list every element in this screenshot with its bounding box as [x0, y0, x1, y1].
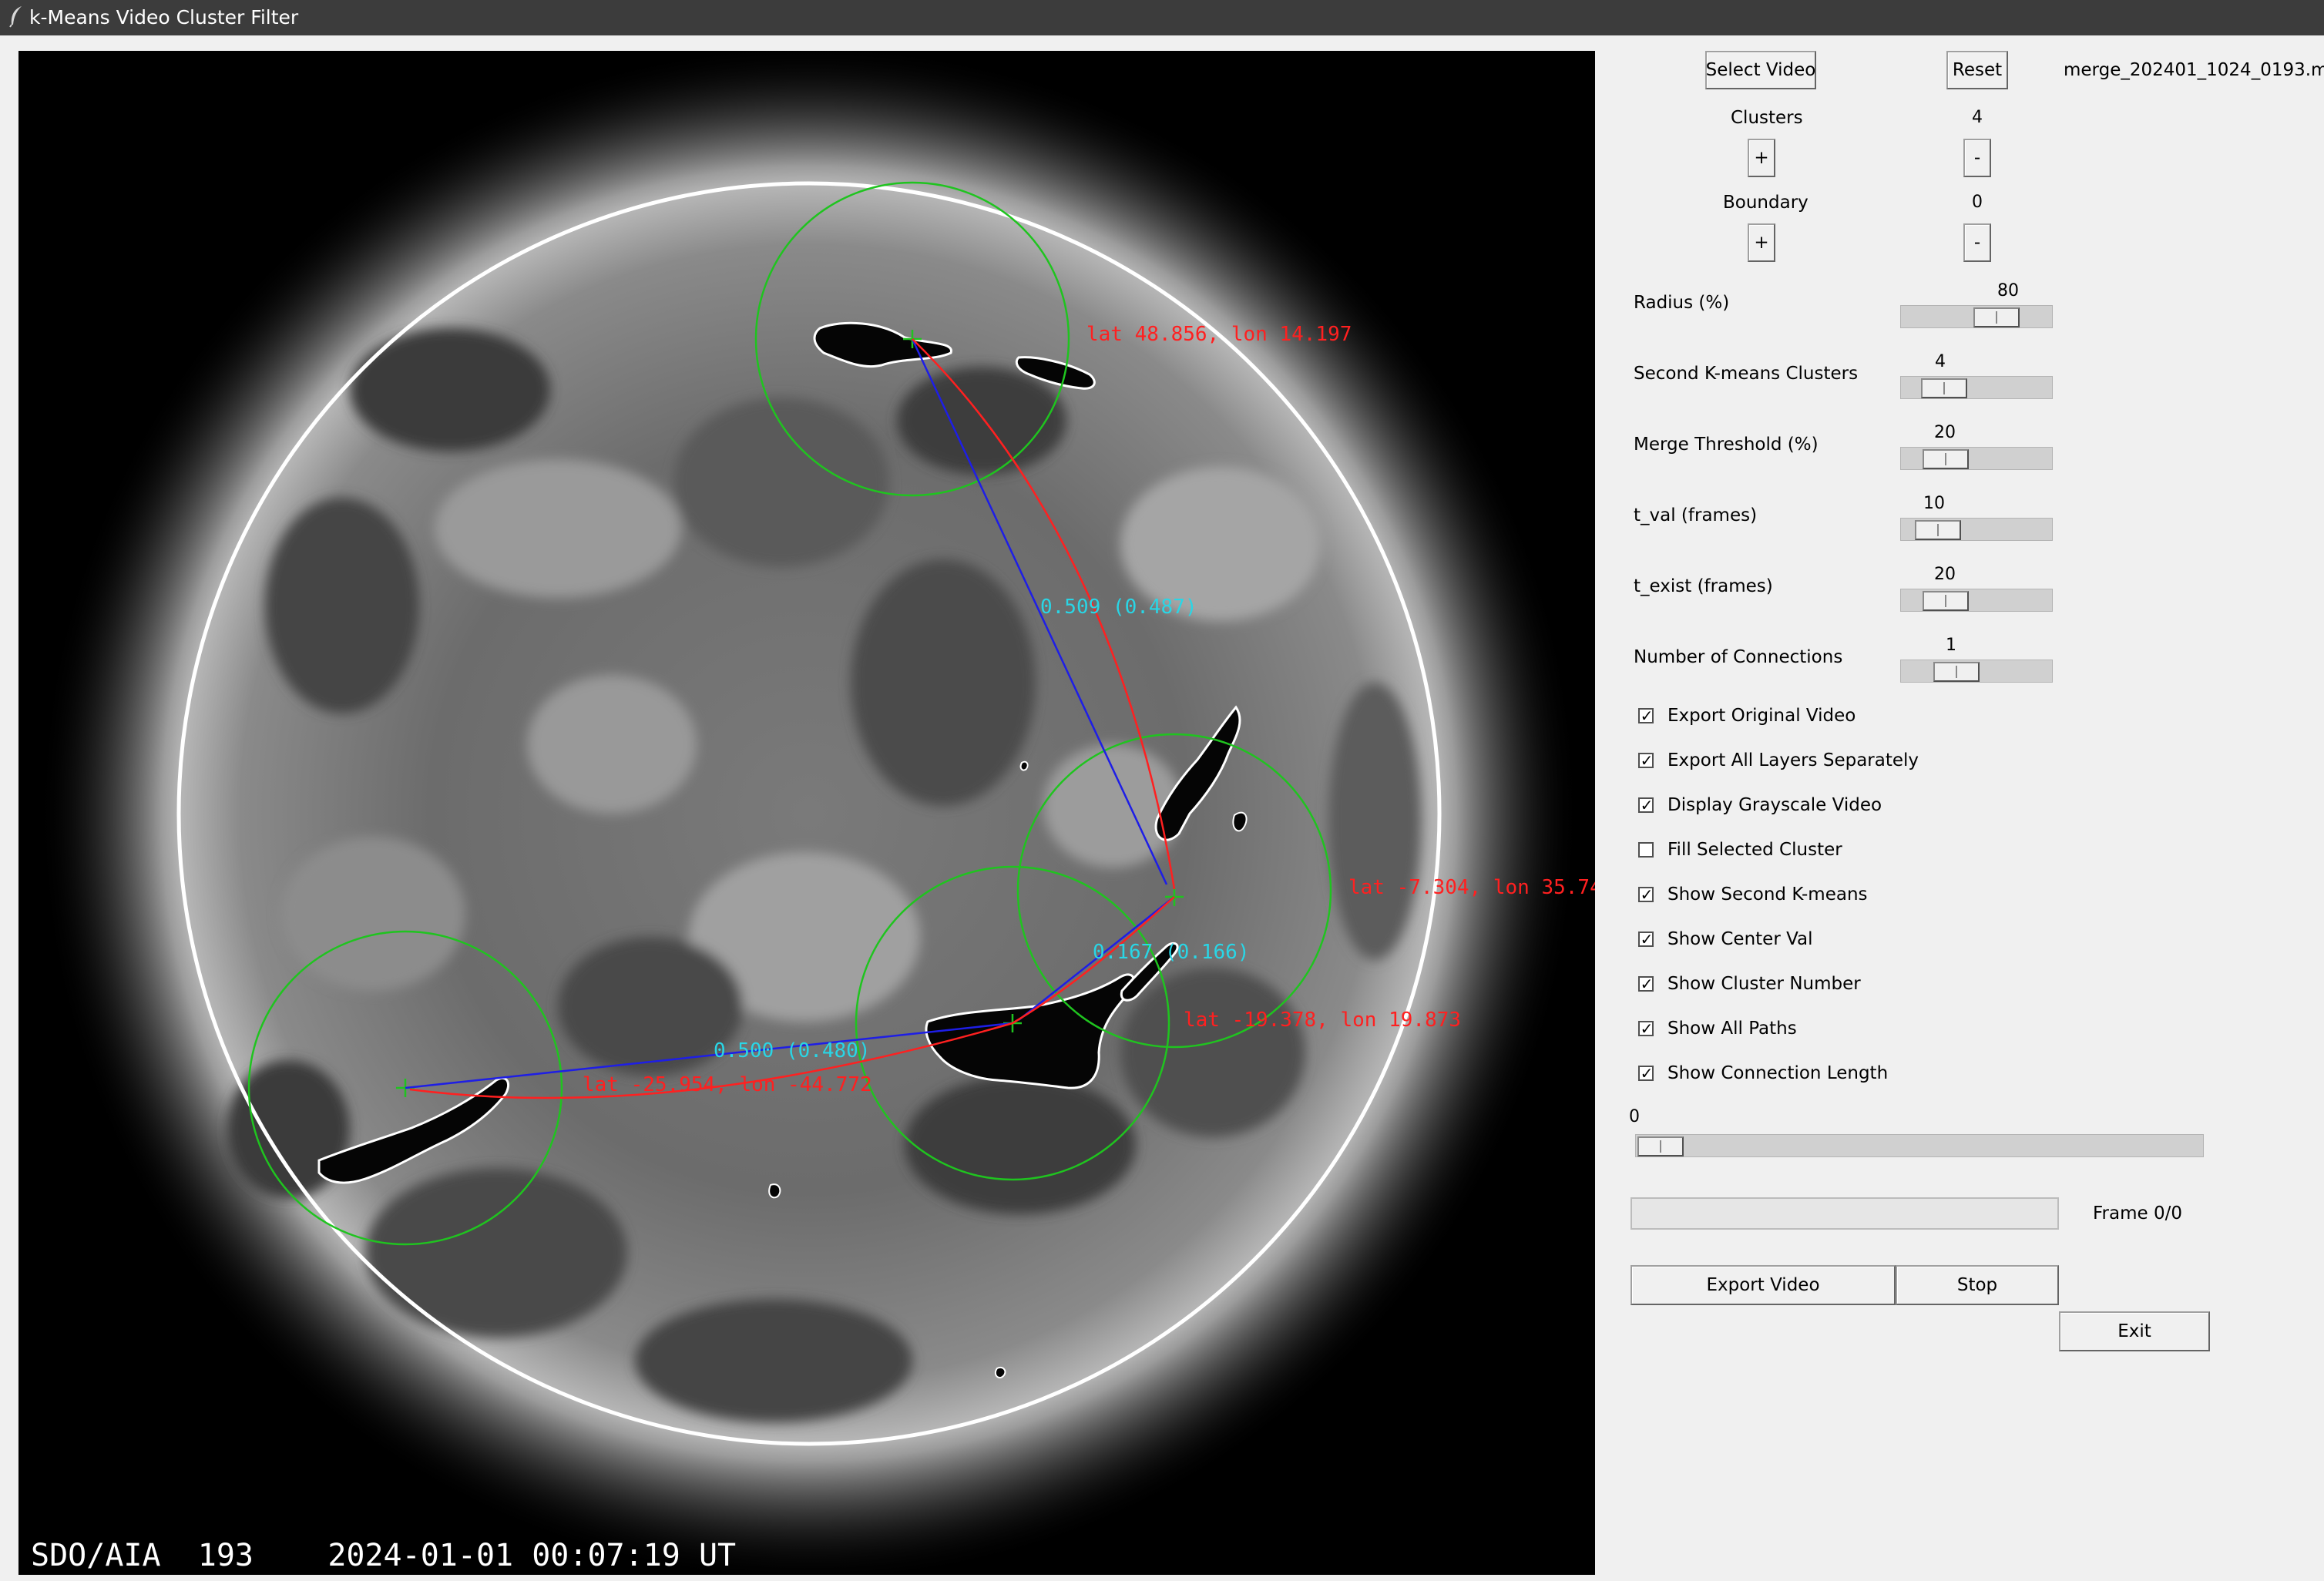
merge-threshold-label: Merge Threshold (%) [1634, 435, 1819, 455]
checkbox-label: Export Original Video [1667, 706, 1856, 726]
check-mark-icon: ✓ [1640, 885, 1654, 904]
second-kmeans-clusters-value: 4 [1935, 352, 1946, 371]
export-all-layers-checkbox[interactable]: ✓ Export All Layers Separately [1638, 749, 2008, 772]
display-grayscale-video-checkbox[interactable]: ✓ Display Grayscale Video [1638, 794, 2008, 817]
boundary-label: Boundary [1723, 193, 1808, 213]
distance-bc-label: 0.167 (0.166) [1093, 941, 1250, 964]
checkbox-box[interactable]: ✓ [1638, 885, 1654, 904]
cluster-b-coords: lat -7.304, lon 35.747 [1348, 876, 1595, 899]
clusters-decrement-button[interactable]: - [1963, 139, 1991, 177]
check-mark-icon: ✓ [1640, 930, 1654, 948]
second-kmeans-clusters-slider[interactable] [1900, 376, 2053, 399]
merge-threshold-slider[interactable] [1900, 447, 2053, 470]
t-exist-label: t_exist (frames) [1634, 576, 1773, 596]
t-exist-value: 20 [1934, 565, 1956, 584]
number-of-connections-slider-thumb[interactable] [1933, 662, 1980, 682]
export-progress-bar [1630, 1197, 2059, 1230]
show-all-paths-checkbox[interactable]: ✓ Show All Paths [1638, 1017, 2008, 1040]
window-title: k-Means Video Cluster Filter [29, 6, 299, 29]
solar-image: lat 48.856, lon 14.197 lat -7.304, lon 3… [31, 51, 1595, 1575]
checkbox-label: Export All Layers Separately [1667, 750, 1919, 770]
export-original-video-checkbox[interactable]: ✓ Export Original Video [1638, 704, 2008, 727]
reset-button[interactable]: Reset [1946, 51, 2008, 89]
checkbox-box[interactable]: ✓ [1638, 930, 1654, 948]
merge-threshold-value: 20 [1934, 423, 1956, 442]
radius-slider-thumb[interactable] [1973, 307, 2020, 327]
frame-slider[interactable] [1635, 1134, 2204, 1157]
check-mark-icon: ✓ [1640, 707, 1654, 725]
t-exist-slider-thumb[interactable] [1923, 591, 1970, 611]
t-val-label: t_val (frames) [1634, 505, 1758, 525]
boundary-increment-button[interactable]: + [1748, 223, 1775, 262]
cluster-d-coords: lat -25.954, lon -44.772 [583, 1073, 872, 1096]
video-canvas[interactable]: lat 48.856, lon 14.197 lat -7.304, lon 3… [18, 51, 1595, 1575]
show-cluster-number-checkbox[interactable]: ✓ Show Cluster Number [1638, 972, 2008, 995]
merge-threshold-slider-thumb[interactable] [1923, 449, 1970, 469]
checkbox-box[interactable]: ✓ [1638, 707, 1654, 725]
boundary-value: 0 [1972, 193, 1983, 212]
title-bar: k-Means Video Cluster Filter [0, 0, 2324, 35]
check-mark-icon: ✓ [1640, 1019, 1654, 1038]
t-exist-slider[interactable] [1900, 589, 2053, 612]
checkbox-label: Show Center Val [1667, 929, 1813, 949]
checkbox-box[interactable]: ✓ [1638, 751, 1654, 770]
number-of-connections-label: Number of Connections [1634, 647, 1843, 667]
checkbox-box[interactable] [1638, 842, 1654, 858]
show-center-val-checkbox[interactable]: ✓ Show Center Val [1638, 928, 2008, 951]
distance-cd-label: 0.500 (0.480) [714, 1039, 871, 1062]
second-kmeans-clusters-label: Second K-means Clusters [1634, 364, 1859, 384]
distance-ab-label: 0.509 (0.487) [1040, 596, 1197, 619]
number-of-connections-value: 1 [1946, 636, 1956, 655]
checkbox-box[interactable]: ✓ [1638, 975, 1654, 993]
number-of-connections-slider[interactable] [1900, 660, 2053, 683]
clusters-increment-button[interactable]: + [1748, 139, 1775, 177]
clusters-label: Clusters [1731, 108, 1803, 128]
checkbox-box[interactable]: ✓ [1638, 1064, 1654, 1083]
t-val-slider[interactable] [1900, 518, 2053, 541]
stop-button[interactable]: Stop [1896, 1265, 2059, 1305]
select-video-button[interactable]: Select Video [1705, 51, 1816, 89]
checkbox-label: Show All Paths [1667, 1019, 1797, 1039]
check-mark-icon: ✓ [1640, 796, 1654, 814]
frame-slider-value: 0 [1629, 1107, 1640, 1126]
checkbox-label: Fill Selected Cluster [1667, 840, 1842, 860]
checkbox-label: Show Cluster Number [1667, 974, 1861, 994]
second-kmeans-clusters-slider-thumb[interactable] [1920, 378, 1967, 398]
radius-slider[interactable] [1900, 305, 2053, 328]
t-val-slider-thumb[interactable] [1914, 520, 1961, 540]
frame-counter: Frame 0/0 [2093, 1203, 2182, 1224]
radius-value: 80 [1997, 281, 2019, 300]
show-second-kmeans-checkbox[interactable]: ✓ Show Second K-means [1638, 883, 2008, 906]
show-connection-length-checkbox[interactable]: ✓ Show Connection Length [1638, 1062, 2008, 1085]
fill-selected-cluster-checkbox[interactable]: Fill Selected Cluster [1638, 838, 2008, 861]
checkbox-label: Show Second K-means [1667, 884, 1868, 905]
export-video-button[interactable]: Export Video [1630, 1265, 1896, 1305]
cluster-a-coords: lat 48.856, lon 14.197 [1086, 323, 1352, 346]
filename-label: merge_202401_1024_0193.mp4 [2064, 60, 2324, 80]
boundary-decrement-button[interactable]: - [1963, 223, 1991, 262]
clusters-value: 4 [1972, 108, 1983, 127]
exit-button[interactable]: Exit [2059, 1311, 2210, 1351]
check-mark-icon: ✓ [1640, 975, 1654, 993]
checkbox-box[interactable]: ✓ [1638, 796, 1654, 814]
check-mark-icon: ✓ [1640, 1064, 1654, 1083]
checkbox-box[interactable]: ✓ [1638, 1019, 1654, 1038]
checkbox-label: Display Grayscale Video [1667, 795, 1882, 815]
t-val-value: 10 [1923, 494, 1945, 513]
radius-label: Radius (%) [1634, 293, 1730, 313]
instrument-timestamp: SDO/AIA 193 2024-01-01 00:07:19 UT [31, 1538, 736, 1573]
checkbox-label: Show Connection Length [1667, 1063, 1889, 1083]
check-mark-icon: ✓ [1640, 751, 1654, 770]
cluster-c-coords: lat -19.378, lon 19.873 [1184, 1009, 1461, 1032]
frame-slider-thumb[interactable] [1637, 1136, 1684, 1156]
feather-icon [9, 6, 22, 28]
